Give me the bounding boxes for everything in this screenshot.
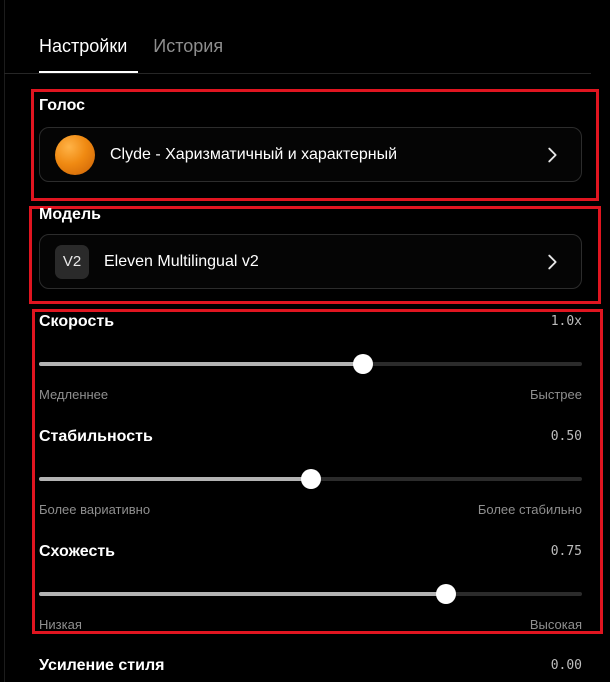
similarity-value: 0.75 <box>550 544 582 559</box>
chevron-right-icon <box>548 254 557 269</box>
voice-section-title: Голос <box>39 97 86 114</box>
model-badge: V2 <box>55 244 89 279</box>
stability-value: 0.50 <box>550 429 582 444</box>
similarity-min-label: Низкая <box>39 617 82 632</box>
tabs-divider <box>4 73 591 74</box>
similarity-title: Схожесть <box>39 543 116 560</box>
stability-min-label: Более вариативно <box>39 502 151 517</box>
voice-selector-label: Clyde - Харизматичный и характерный <box>110 145 398 163</box>
stability-slider-thumb[interactable] <box>300 469 321 489</box>
speed-min-label: Медленнее <box>39 387 109 402</box>
tab-settings[interactable]: Настройки <box>39 33 127 59</box>
left-divider <box>4 0 5 682</box>
similarity-max-label: Высокая <box>529 617 582 632</box>
model-selector[interactable]: V2 Eleven Multilingual v2 <box>39 234 582 289</box>
speed-title: Скорость <box>39 313 115 330</box>
stability-title: Стабильность <box>39 428 153 445</box>
stability-slider-fill <box>39 477 311 481</box>
settings-panel: Настройки История Голос Clyde - Харизмат… <box>0 0 610 682</box>
stability-slider[interactable] <box>39 469 582 489</box>
speed-value: 1.0x <box>550 314 582 329</box>
speed-slider-thumb[interactable] <box>352 354 373 374</box>
tab-history[interactable]: История <box>153 33 223 59</box>
speed-slider-fill <box>39 362 363 366</box>
similarity-slider[interactable] <box>39 584 582 604</box>
model-selector-label: Eleven Multilingual v2 <box>104 252 259 270</box>
speed-max-label: Быстрее <box>529 387 582 402</box>
voice-selector[interactable]: Clyde - Харизматичный и характерный <box>39 127 582 182</box>
chevron-right-icon <box>548 147 557 162</box>
style-boost-value: 0.00 <box>550 658 582 673</box>
stability-max-label: Более стабильно <box>477 502 582 517</box>
voice-avatar <box>55 134 95 175</box>
style-boost-title: Усиление стиля <box>39 657 165 674</box>
tab-bar: Настройки История <box>39 33 223 59</box>
similarity-slider-fill <box>39 592 447 596</box>
speed-slider[interactable] <box>39 354 582 374</box>
model-section-title: Модель <box>39 206 101 223</box>
